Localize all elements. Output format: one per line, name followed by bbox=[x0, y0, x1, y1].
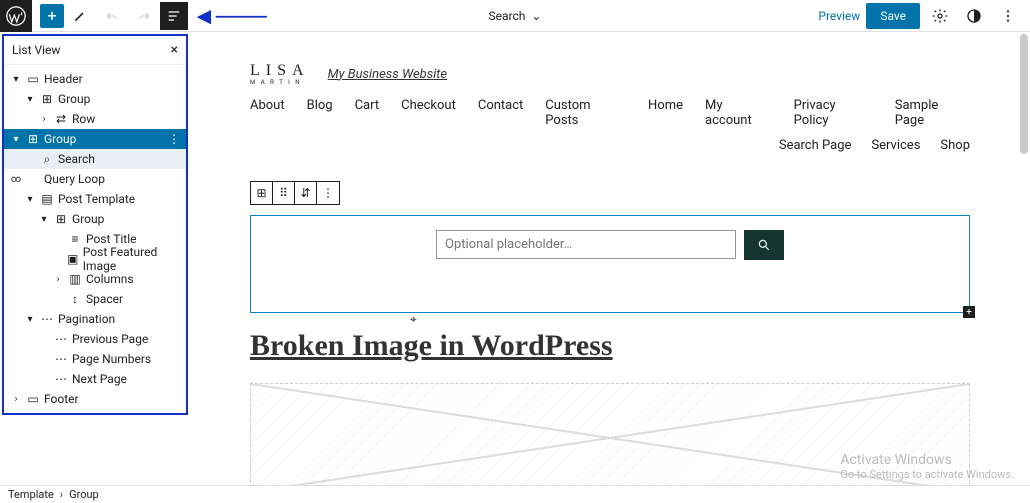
styles-button[interactable] bbox=[960, 2, 988, 30]
nav-item[interactable]: Contact bbox=[478, 98, 523, 128]
gear-icon bbox=[932, 8, 948, 24]
tree-item-row[interactable]: ›⇄Row bbox=[4, 109, 186, 129]
nav-item[interactable]: Blog bbox=[307, 98, 333, 128]
kebab-icon bbox=[1000, 8, 1016, 24]
tree-item-page-numbers[interactable]: ⋯Page Numbers bbox=[4, 349, 186, 369]
row-icon: ⇄ bbox=[54, 112, 68, 126]
post-title[interactable]: Broken Image in WordPress bbox=[250, 329, 970, 363]
nav-item[interactable]: Search Page bbox=[779, 138, 852, 153]
block-breadcrumb: Template › Group bbox=[0, 485, 1030, 503]
list-view-toggle[interactable] bbox=[160, 2, 188, 30]
site-logo[interactable]: LISA M A R T I N bbox=[250, 62, 310, 86]
chevron-right-icon: › bbox=[60, 488, 63, 501]
tree-item-footer[interactable]: ›▭Footer bbox=[4, 389, 186, 409]
windows-watermark: Activate Windows Go to Settings to activ… bbox=[840, 452, 1014, 481]
list-view-tree: ▾▭Header ▾⊞Group ›⇄Row ▾⊞Group⋮ ⌕Search … bbox=[4, 65, 186, 413]
topbar-right: Preview Save bbox=[818, 2, 1030, 30]
annotation-arrow: ◄─── bbox=[192, 4, 267, 28]
nav-item[interactable]: Home bbox=[648, 98, 683, 128]
block-type-button[interactable]: ⊞ bbox=[251, 182, 273, 204]
breadcrumb-root[interactable]: Template bbox=[8, 488, 54, 501]
block-toolbar: ⊞ ⠿ ⇵ ⋮ bbox=[250, 181, 340, 205]
group-icon: ⊞ bbox=[40, 92, 54, 106]
tree-item-group[interactable]: ▾⊞Group bbox=[4, 209, 186, 229]
tree-item-spacer[interactable]: ↕Spacer bbox=[4, 289, 186, 309]
tree-item-header[interactable]: ▾▭Header bbox=[4, 69, 186, 89]
nav-item[interactable]: About bbox=[250, 98, 285, 128]
template-name: Search bbox=[489, 9, 526, 23]
scrollbar-track[interactable] bbox=[1020, 34, 1028, 483]
tree-item-group[interactable]: ▾⊞Group bbox=[4, 89, 186, 109]
spacer-icon: ↕ bbox=[68, 292, 82, 306]
add-block-button[interactable]: + bbox=[40, 4, 64, 28]
breadcrumb-current[interactable]: Group bbox=[69, 488, 99, 501]
nav-item[interactable]: Custom Posts bbox=[545, 98, 626, 128]
save-button[interactable]: Save bbox=[866, 3, 920, 29]
topbar-left: + ◄─── bbox=[0, 0, 267, 31]
undo-icon bbox=[105, 9, 119, 23]
template-icon: ▤ bbox=[40, 192, 54, 206]
group-icon: ⊞ bbox=[54, 212, 68, 226]
title-icon: ≡ bbox=[68, 232, 82, 246]
tree-item-post-template[interactable]: ▾▤Post Template bbox=[4, 189, 186, 209]
search-icon bbox=[757, 238, 771, 252]
kebab-icon[interactable]: ⋮ bbox=[168, 132, 180, 146]
tree-item-next-page[interactable]: ⋯Next Page bbox=[4, 369, 186, 389]
primary-nav: About Blog Cart Checkout Contact Custom … bbox=[250, 98, 970, 128]
more-menu-button[interactable] bbox=[994, 2, 1022, 30]
site-title[interactable]: My Business Website bbox=[328, 67, 448, 82]
nav-item[interactable]: Privacy Policy bbox=[794, 98, 873, 128]
nav-item[interactable]: My account bbox=[705, 98, 772, 128]
wordpress-logo[interactable] bbox=[0, 0, 32, 32]
nav-item[interactable]: Services bbox=[871, 138, 920, 153]
footer-icon: ▭ bbox=[26, 392, 40, 406]
chevron-down-icon: ⌄ bbox=[531, 9, 541, 23]
block-options-button[interactable]: ⋮ bbox=[317, 182, 339, 204]
image-icon: ▣ bbox=[67, 252, 79, 266]
list-view-header: List View × bbox=[4, 36, 186, 65]
tree-item-group-selected[interactable]: ▾⊞Group⋮ bbox=[4, 129, 186, 149]
drag-handle[interactable]: ⠿ bbox=[273, 182, 295, 204]
nav-item[interactable]: Sample Page bbox=[895, 98, 970, 128]
settings-button[interactable] bbox=[926, 2, 954, 30]
tree-item-featured-image[interactable]: ▣Post Featured Image bbox=[4, 249, 186, 269]
pagination-icon: ⋯ bbox=[40, 312, 54, 326]
contrast-icon bbox=[966, 8, 982, 24]
append-block-button[interactable]: + bbox=[963, 306, 975, 318]
selected-group-block[interactable]: + bbox=[250, 215, 970, 313]
nav-item[interactable]: Checkout bbox=[401, 98, 456, 128]
nav-item[interactable]: Cart bbox=[355, 98, 380, 128]
edit-tool-button[interactable] bbox=[64, 0, 96, 32]
search-icon: ⌕ bbox=[40, 152, 54, 166]
redo-button[interactable] bbox=[128, 0, 160, 32]
list-view-panel: List View × ▾▭Header ▾⊞Group ›⇄Row ▾⊞Gro… bbox=[2, 34, 188, 415]
scrollbar-thumb[interactable] bbox=[1020, 34, 1028, 154]
topbar-center[interactable]: Search ⌄ bbox=[489, 9, 542, 23]
search-submit-button[interactable] bbox=[744, 230, 784, 260]
group-icon: ⊞ bbox=[26, 132, 40, 146]
preview-link[interactable]: Preview bbox=[818, 9, 860, 23]
search-input[interactable] bbox=[436, 230, 736, 259]
redo-icon bbox=[137, 9, 151, 23]
undo-button[interactable] bbox=[96, 0, 128, 32]
list-view-title: List View bbox=[12, 43, 60, 57]
move-updown-button[interactable]: ⇵ bbox=[295, 182, 317, 204]
content-area: LISA M A R T I N My Business Website Abo… bbox=[230, 32, 990, 485]
secondary-nav: Search Page Services Shop bbox=[250, 138, 970, 153]
editor-topbar: + ◄─── Search ⌄ Preview Save bbox=[0, 0, 1030, 32]
close-list-view[interactable]: × bbox=[171, 42, 178, 58]
tree-item-query-loop[interactable]: ∞Query Loop bbox=[4, 169, 186, 189]
list-icon bbox=[166, 8, 182, 24]
tree-item-search[interactable]: ⌕Search bbox=[4, 149, 186, 169]
nav-item[interactable]: Shop bbox=[940, 138, 970, 153]
tree-item-pagination[interactable]: ▾⋯Pagination bbox=[4, 309, 186, 329]
pencil-icon bbox=[73, 9, 87, 23]
header-icon: ▭ bbox=[26, 72, 40, 86]
columns-icon: ▥ bbox=[68, 272, 82, 286]
wp-icon bbox=[6, 6, 26, 26]
site-header: LISA M A R T I N My Business Website bbox=[250, 62, 970, 86]
tree-item-prev-page[interactable]: ⋯Previous Page bbox=[4, 329, 186, 349]
